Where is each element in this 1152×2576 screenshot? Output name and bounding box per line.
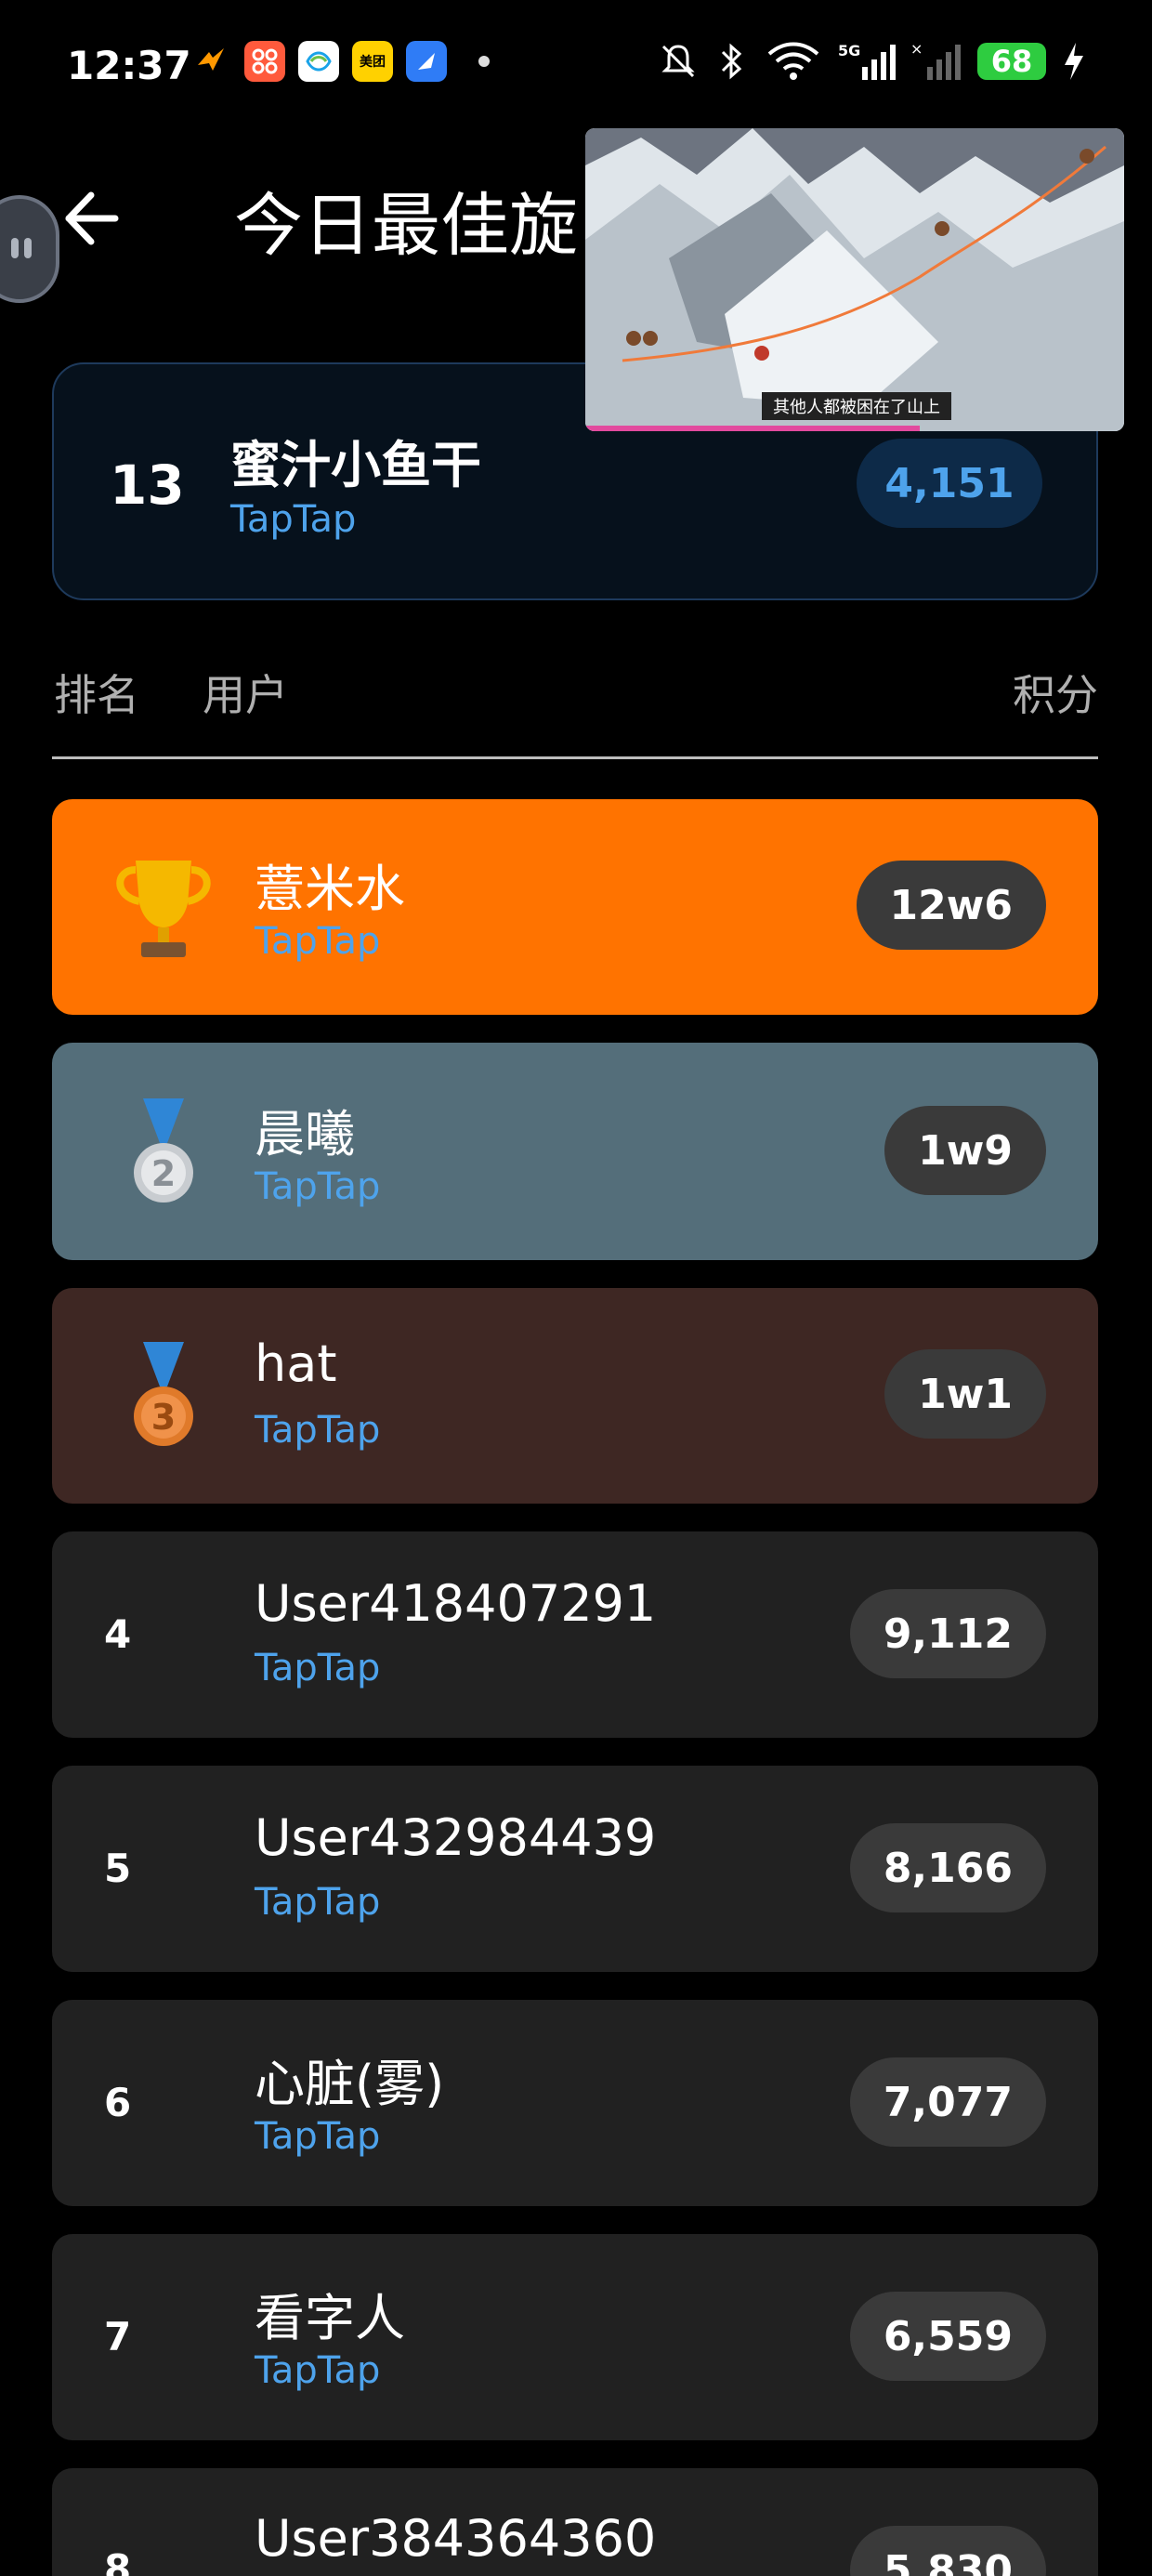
leaderboard-row-8[interactable]: 8 User384364360 5,830 — [52, 2468, 1098, 2576]
bolt-app-icon — [190, 41, 231, 82]
user-source: TapTap — [255, 1409, 381, 1452]
user-source: TapTap — [255, 1647, 381, 1689]
user-name: 薏米水 — [255, 860, 405, 918]
column-header-score: 积分 — [1013, 670, 1098, 720]
svg-text:5G: 5G — [838, 42, 860, 59]
rank-number: 7 — [104, 2314, 132, 2359]
leaderboard-row-3[interactable]: 3 hat TapTap 1w1 — [52, 1288, 1098, 1504]
video-caption: 其他人都被困在了山上 — [762, 392, 951, 420]
rank-number: 5 — [104, 1846, 132, 1891]
svg-text:×: × — [910, 41, 923, 58]
user-name: 看字人 — [255, 2289, 405, 2347]
user-name: 心脏(雾) — [255, 2055, 445, 2113]
signal-no-service-icon: × — [910, 41, 961, 80]
bluetooth-icon — [721, 43, 742, 80]
meituan-icon: 美团 — [352, 41, 393, 82]
trophy-icon — [116, 861, 211, 957]
score-badge: 8,166 — [849, 1823, 1046, 1912]
silver-medal-icon: 2 — [134, 1098, 193, 1203]
column-header-rank: 排名 — [54, 670, 139, 720]
grid-app-icon — [244, 41, 285, 82]
svg-text:2: 2 — [151, 1153, 176, 1194]
signal-5g-icon: 5G — [838, 42, 896, 80]
wifi-icon — [767, 42, 819, 80]
score-badge: 7,077 — [849, 2057, 1046, 2147]
score-badge: 12w6 — [856, 861, 1046, 950]
system-status: 5G × 68 — [658, 41, 1087, 82]
status-bar: 12:37 美团 5G × 68 — [0, 0, 1152, 139]
mute-icon — [661, 45, 695, 78]
header-divider — [52, 756, 1098, 759]
rank-number: 8 — [104, 2546, 132, 2576]
user-name: 晨曦 — [255, 1105, 355, 1163]
battery-indicator: 68 — [977, 43, 1046, 80]
leaderboard-row-6[interactable]: 6 心脏(雾) TapTap 7,077 — [52, 2000, 1098, 2206]
column-header-user: 用户 — [203, 670, 288, 720]
user-name: User432984439 — [255, 1808, 657, 1867]
score-badge: 9,112 — [849, 1589, 1046, 1678]
user-source: TapTap — [255, 2349, 381, 2392]
user-source: TapTap — [255, 1165, 381, 1208]
video-progress-bar — [585, 426, 920, 431]
leaderboard-row-2[interactable]: 2 晨曦 TapTap 1w9 — [52, 1043, 1098, 1260]
floating-assistant-button[interactable] — [0, 195, 59, 303]
my-source: TapTap — [230, 498, 357, 541]
my-score-badge: 4,151 — [857, 439, 1042, 528]
notification-icons: 美团 — [190, 41, 490, 82]
mountain-scene-image — [585, 128, 1124, 431]
score-badge: 6,559 — [849, 2292, 1046, 2381]
rank-number: 6 — [104, 2080, 132, 2125]
more-notifications-dot — [478, 56, 490, 67]
score-badge: 1w1 — [884, 1349, 1046, 1439]
leaderboard-row-4[interactable]: 4 User418407291 TapTap 9,112 — [52, 1531, 1098, 1738]
leaderboard-row-7[interactable]: 7 看字人 TapTap 6,559 — [52, 2234, 1098, 2440]
china-mobile-icon — [298, 41, 339, 82]
arrow-left-icon[interactable] — [58, 186, 123, 251]
my-rank-number: 13 — [110, 453, 185, 517]
bronze-medal-icon: 3 — [134, 1342, 193, 1446]
user-source: TapTap — [255, 1881, 381, 1924]
user-name: User384364360 — [255, 2509, 657, 2568]
user-source: TapTap — [255, 2115, 381, 2158]
user-source: TapTap — [255, 920, 381, 963]
score-badge: 5,830 — [849, 2526, 1046, 2576]
browser-icon — [406, 41, 447, 82]
svg-text:3: 3 — [151, 1397, 176, 1438]
user-name: User418407291 — [255, 1574, 657, 1633]
leaderboard-row-1[interactable]: 薏米水 TapTap 12w6 — [52, 799, 1098, 1015]
charging-icon — [1065, 43, 1083, 80]
user-name: hat — [255, 1334, 337, 1393]
leaderboard-row-5[interactable]: 5 User432984439 TapTap 8,166 — [52, 1766, 1098, 1972]
rank-number: 4 — [104, 1611, 132, 1657]
score-badge: 1w9 — [884, 1106, 1046, 1195]
my-username: 蜜汁小鱼干 — [230, 436, 481, 494]
picture-in-picture-video[interactable]: 其他人都被困在了山上 — [585, 128, 1124, 431]
status-time: 12:37 — [67, 43, 191, 88]
page-title: 今日最佳旋 — [234, 186, 578, 266]
